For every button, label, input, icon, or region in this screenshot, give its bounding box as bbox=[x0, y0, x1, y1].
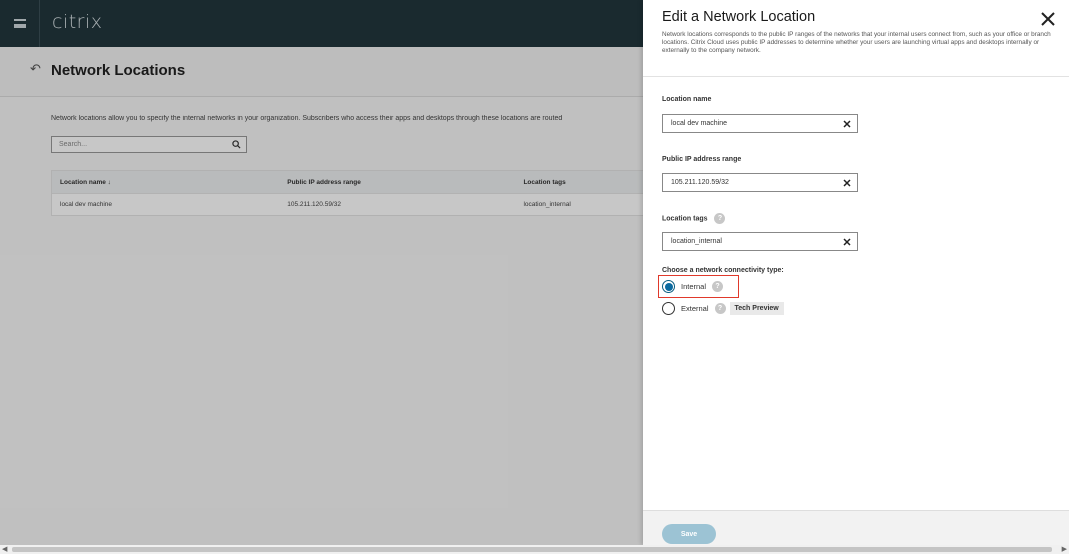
clear-icon[interactable] bbox=[841, 236, 853, 248]
help-icon[interactable]: ? bbox=[714, 213, 726, 224]
modal-backdrop[interactable] bbox=[0, 0, 643, 545]
clear-icon[interactable] bbox=[841, 118, 853, 130]
divider bbox=[643, 76, 1069, 77]
connectivity-type-label: Choose a network connectivity type: bbox=[662, 267, 784, 274]
ip-range-value: 105.211.120.59/32 bbox=[671, 179, 729, 186]
edit-location-panel: Edit a Network Location Network location… bbox=[643, 0, 1069, 545]
location-name-value: local dev machine bbox=[671, 120, 728, 127]
horizontal-scrollbar[interactable]: ◀ ▶ bbox=[0, 545, 1069, 554]
close-icon[interactable] bbox=[1038, 9, 1058, 29]
panel-title: Edit a Network Location bbox=[662, 9, 816, 25]
location-tags-field[interactable]: location_internal bbox=[662, 232, 858, 251]
clear-icon[interactable] bbox=[841, 177, 853, 189]
location-tags-label: Location tags ? bbox=[662, 213, 726, 224]
panel-footer: Save bbox=[643, 510, 1069, 545]
scrollbar-thumb[interactable] bbox=[12, 547, 1052, 552]
tech-preview-badge: Tech Preview bbox=[729, 302, 784, 315]
help-icon[interactable]: ? bbox=[714, 303, 726, 314]
location-tags-label-text: Location tags bbox=[662, 215, 708, 223]
highlight-box bbox=[658, 275, 739, 298]
radio-button[interactable] bbox=[662, 302, 675, 315]
location-tags-value: location_internal bbox=[671, 238, 722, 245]
radio-external-label: External bbox=[681, 304, 709, 313]
panel-description: Network locations corresponds to the pub… bbox=[662, 31, 1051, 54]
ip-range-field[interactable]: 105.211.120.59/32 bbox=[662, 173, 858, 192]
ip-range-label: Public IP address range bbox=[662, 156, 742, 163]
location-name-label: Location name bbox=[662, 96, 712, 103]
scroll-left-icon[interactable]: ◀ bbox=[2, 545, 7, 553]
location-name-field[interactable]: local dev machine bbox=[662, 114, 858, 133]
save-button[interactable]: Save bbox=[662, 524, 716, 544]
scroll-right-icon[interactable]: ▶ bbox=[1062, 545, 1067, 553]
radio-external[interactable]: External ? Tech Preview bbox=[662, 302, 784, 315]
